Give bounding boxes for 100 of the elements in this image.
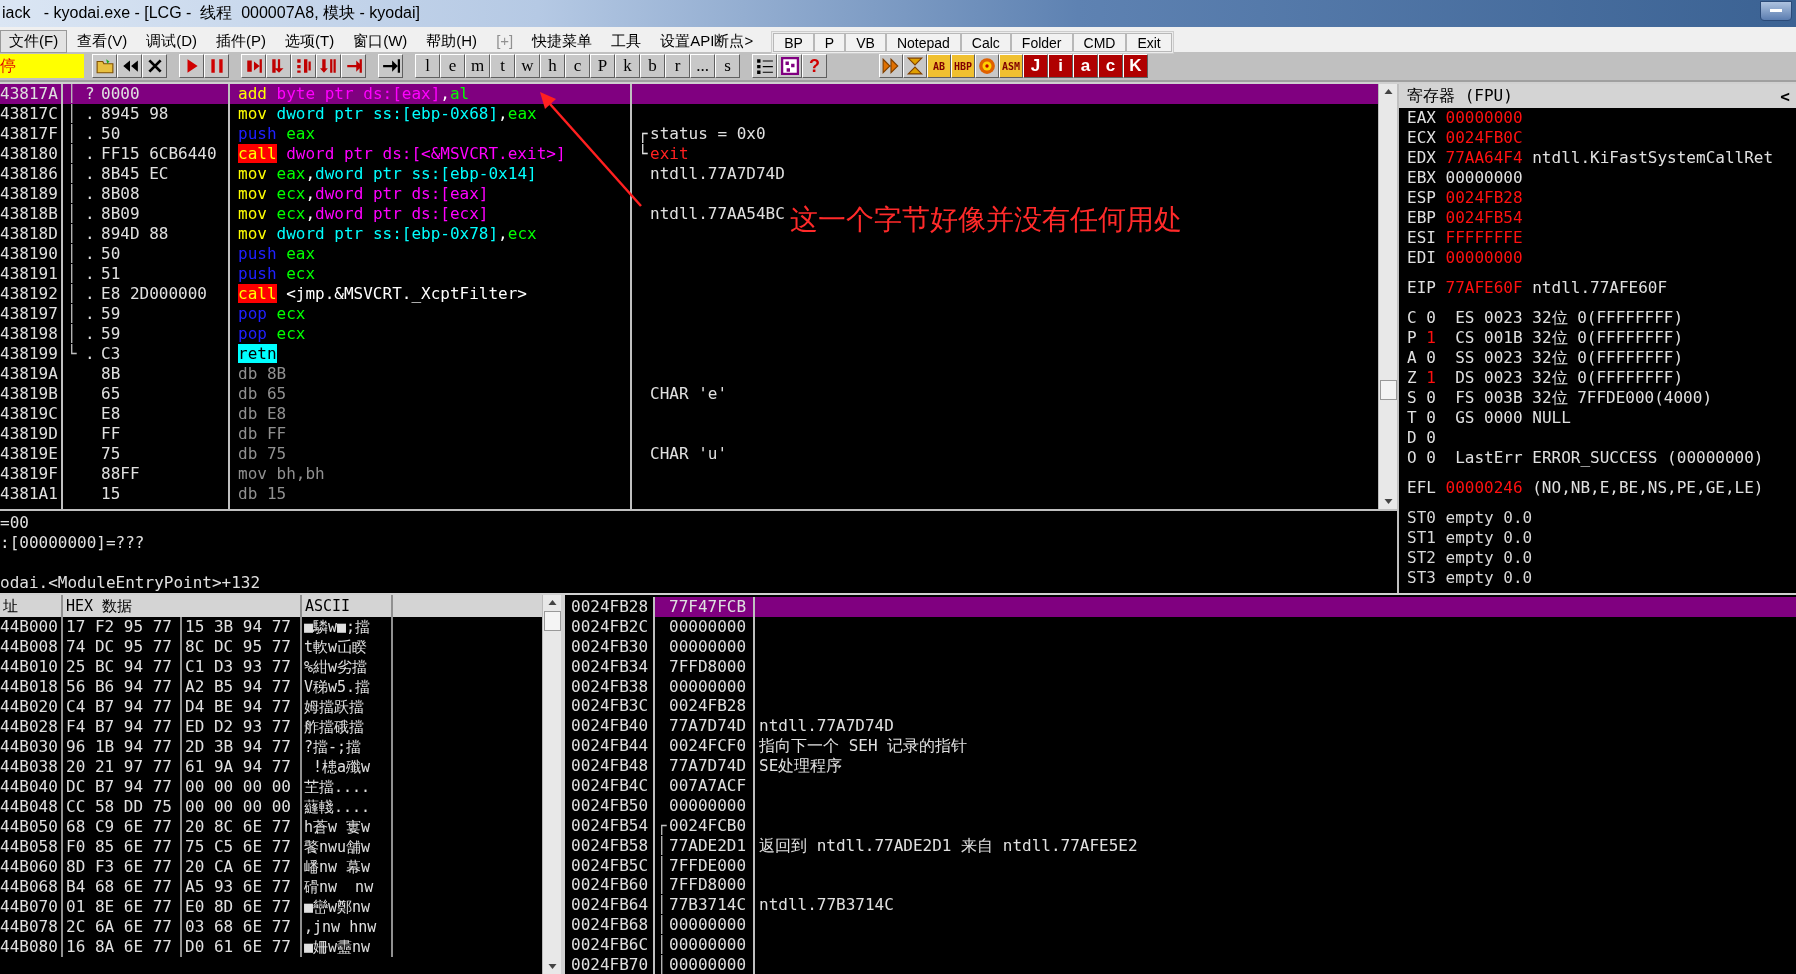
- address[interactable]: 438186: [0, 164, 58, 183]
- address[interactable]: 43819A: [0, 364, 58, 383]
- column-header[interactable]: HEX 数据: [63, 595, 302, 617]
- toolbar-button[interactable]: [204, 54, 229, 78]
- address[interactable]: 438180: [0, 144, 58, 163]
- window-button[interactable]: k: [615, 54, 640, 78]
- toolbar-button[interactable]: [777, 54, 802, 78]
- address[interactable]: 438189: [0, 184, 58, 203]
- address[interactable]: 43819E: [0, 444, 58, 463]
- stack-row[interactable]: 7FFD8000: [655, 656, 1796, 677]
- menu-item[interactable]: 快捷菜单: [523, 30, 602, 53]
- stack-row[interactable]: │00000000: [655, 955, 1796, 974]
- window-button[interactable]: m: [465, 54, 490, 78]
- address[interactable]: 43817C: [0, 104, 58, 123]
- stack-row[interactable]: │00000000: [655, 935, 1796, 956]
- tool-button[interactable]: Folder: [1010, 33, 1073, 52]
- scroll-thumb[interactable]: [1379, 380, 1397, 400]
- toolbar-button[interactable]: [266, 54, 291, 78]
- window-button[interactable]: c: [565, 54, 590, 78]
- stack-row[interactable]: │7FFD8000: [655, 875, 1796, 896]
- collapse-button[interactable]: <: [1780, 86, 1790, 106]
- address[interactable]: 43819B: [0, 384, 58, 403]
- logo-button[interactable]: i: [1048, 54, 1073, 78]
- plugin-button[interactable]: [903, 54, 927, 78]
- toolbar-button[interactable]: [378, 54, 403, 78]
- stack-row[interactable]: 00000000: [655, 676, 1796, 697]
- address[interactable]: 4381A1: [0, 484, 58, 503]
- tool-button[interactable]: P: [813, 33, 846, 52]
- address[interactable]: 43819C: [0, 404, 58, 423]
- address[interactable]: 43818D: [0, 224, 58, 243]
- tool-button[interactable]: VB: [845, 33, 886, 52]
- tool-button[interactable]: Notepad: [885, 33, 961, 52]
- stack-row[interactable]: 77A7D74D ntdll.77A7D74D: [655, 716, 1796, 737]
- toolbar-button[interactable]: [179, 54, 204, 78]
- plugin-button[interactable]: [975, 54, 999, 78]
- logo-button[interactable]: J: [1023, 54, 1048, 78]
- stack-row[interactable]: │77ADE2D1 返回到 ntdll.77ADE2D1 来自 ntdll.77AFE5E2: [655, 835, 1796, 856]
- toolbar-button[interactable]: [316, 54, 341, 78]
- stack-row[interactable]: 00000000: [655, 616, 1796, 637]
- menu-item[interactable]: 文件(F): [0, 30, 68, 53]
- stack-row[interactable]: 0024FCF0 指向下一个 SEH 记录的指针: [655, 736, 1796, 757]
- window-button[interactable]: l: [415, 54, 440, 78]
- scroll-thumb[interactable]: [543, 611, 561, 631]
- stack-row[interactable]: ┌0024FCB0: [655, 815, 1796, 836]
- window-button[interactable]: h: [540, 54, 565, 78]
- window-button[interactable]: r: [665, 54, 690, 78]
- window-button[interactable]: b: [640, 54, 665, 78]
- stack-row[interactable]: 0024FB28: [655, 696, 1796, 717]
- menu-item[interactable]: 窗口(W): [344, 30, 417, 53]
- tool-button[interactable]: CMD: [1072, 33, 1127, 52]
- plugin-button[interactable]: AB: [927, 54, 951, 78]
- plugin-button[interactable]: HBP: [951, 54, 975, 78]
- toolbar-button[interactable]: [241, 54, 266, 78]
- window-button[interactable]: e: [440, 54, 465, 78]
- tool-button[interactable]: BP: [773, 33, 814, 52]
- plugin-button[interactable]: ASM: [999, 54, 1023, 78]
- menu-item[interactable]: 查看(V): [68, 30, 137, 53]
- scrollbar[interactable]: [542, 595, 561, 974]
- window-button[interactable]: w: [515, 54, 540, 78]
- column-header[interactable]: ASCII: [302, 595, 393, 617]
- address[interactable]: 438192: [0, 284, 58, 303]
- stack-row[interactable]: 00000000: [655, 636, 1796, 657]
- address[interactable]: 43819F: [0, 464, 58, 483]
- address[interactable]: 438197: [0, 304, 58, 323]
- address[interactable]: 43817F: [0, 124, 58, 143]
- menu-item[interactable]: 设置API断点>: [651, 30, 763, 53]
- stack-row[interactable]: │7FFDE000: [655, 855, 1796, 876]
- menu-item[interactable]: 选项(T): [276, 30, 344, 53]
- address[interactable]: 438191: [0, 264, 58, 283]
- toolbar-button[interactable]: [92, 54, 117, 78]
- address[interactable]: 438190: [0, 244, 58, 263]
- logo-button[interactable]: K: [1123, 54, 1148, 78]
- toolbar-button[interactable]: [341, 54, 366, 78]
- plugin-button[interactable]: [879, 54, 903, 78]
- address[interactable]: 43818B: [0, 204, 58, 223]
- minimize-button[interactable]: [1760, 0, 1792, 21]
- menu-item[interactable]: 工具: [602, 30, 651, 53]
- menu-item[interactable]: 调试(D): [137, 30, 206, 53]
- stack-row[interactable]: 77A7D74D SE处理程序: [655, 756, 1796, 776]
- tool-button[interactable]: Calc: [960, 33, 1011, 52]
- toolbar-button[interactable]: [117, 54, 142, 78]
- address[interactable]: 438198: [0, 324, 58, 343]
- window-button[interactable]: P: [590, 54, 615, 78]
- scrollbar[interactable]: [1378, 84, 1397, 509]
- menu-item[interactable]: 插件(P): [207, 30, 275, 53]
- address[interactable]: 43817A: [0, 84, 58, 103]
- tool-button[interactable]: Exit: [1126, 33, 1172, 52]
- logo-button[interactable]: c: [1098, 54, 1123, 78]
- logo-button[interactable]: a: [1073, 54, 1098, 78]
- stack-row[interactable]: │00000000: [655, 915, 1796, 936]
- stack-row[interactable]: │77B3714C ntdll.77B3714C: [655, 895, 1796, 916]
- window-button[interactable]: ...: [690, 54, 715, 78]
- window-button[interactable]: s: [715, 54, 740, 78]
- stack-row[interactable]: 007A7ACF: [655, 776, 1796, 796]
- address[interactable]: 43819D: [0, 424, 58, 443]
- stack-row[interactable]: 00000000: [655, 795, 1796, 816]
- menu-item[interactable]: 帮助(H): [417, 30, 487, 53]
- toolbar-button[interactable]: [291, 54, 316, 78]
- toolbar-button[interactable]: [142, 54, 167, 78]
- stack-row[interactable]: 77F47FCB: [655, 597, 1796, 617]
